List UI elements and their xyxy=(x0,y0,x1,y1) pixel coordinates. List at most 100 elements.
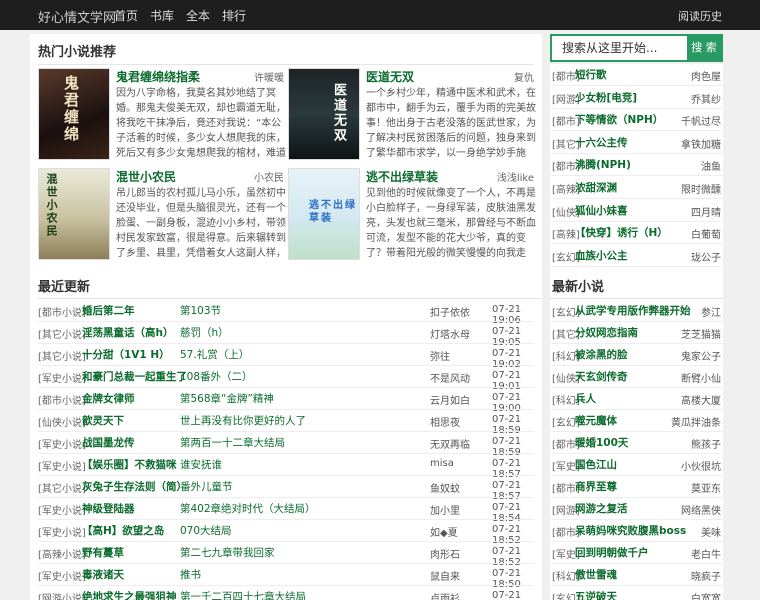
book-title-link[interactable]: 沸腾(NPH) xyxy=(575,157,631,172)
book-title-link[interactable]: 和豪门总裁一起重生了 xyxy=(82,369,187,384)
book-title-link[interactable]: 灰兔子生存法则（简） xyxy=(82,479,187,494)
hot-book-card[interactable]: 混世小农民 混世小农民 小农民 吊儿郎当的农村孤儿马小乐，虽然初中还没毕业，但是… xyxy=(38,168,288,266)
book-title-link[interactable]: 血族小公主 xyxy=(575,248,628,263)
newest-list-item[interactable]: [科幻] 兵人 高楼大厦 xyxy=(550,388,723,410)
update-row: [军史小说]和豪门总裁一起重生了108番外（二）不是风动07-21 19:01 xyxy=(38,366,542,392)
side-list-item[interactable]: [其它] 十六公主传 拿铁加糖 xyxy=(550,132,723,154)
newest-list-item[interactable]: [都市] 呆萌妈咪究败腹黑boss 美味 xyxy=(550,520,723,542)
book-title-link[interactable]: 暖婚100天 xyxy=(575,435,628,450)
book-title-link[interactable]: 歆灵天下 xyxy=(82,413,124,428)
chapter-link[interactable]: 推书 xyxy=(180,567,201,582)
chapter-link[interactable]: 108番外（二） xyxy=(180,369,253,384)
nav-complete[interactable]: 全本 xyxy=(186,7,210,24)
book-title-link[interactable]: 野有蔓草 xyxy=(82,545,124,560)
newest-list-item[interactable]: [都市] 暖婚100天 熊孩子 xyxy=(550,432,723,454)
newest-list-item[interactable]: [仙侠] 天玄剑传奇 断臂小仙 xyxy=(550,366,723,388)
book-title-link[interactable]: 被涂黑的脸 xyxy=(575,347,628,362)
chapter-link[interactable]: 第二七九章带我回家 xyxy=(180,545,275,560)
chapter-link[interactable]: 第568章“金牌”精神 xyxy=(180,391,274,406)
book-cover-image[interactable]: 医道无双 xyxy=(288,68,360,160)
newest-list-item[interactable]: [都市] 商界至尊 莫亚东 xyxy=(550,476,723,498)
newest-list-item[interactable]: [玄幻] 五逆破天 白宽宽 xyxy=(550,586,723,600)
book-title-link[interactable]: 兵人 xyxy=(575,391,596,406)
update-time: 07-21 18:43 xyxy=(492,590,522,600)
book-title-link[interactable]: 噬元魔体 xyxy=(575,413,617,428)
chapter-link[interactable]: 070大结局 xyxy=(180,523,232,538)
chapter-link[interactable]: 谁安抚谁 xyxy=(180,457,222,472)
nav-library[interactable]: 书库 xyxy=(150,7,174,24)
book-title-link[interactable]: 鬼君缠绵绕指柔 xyxy=(116,68,200,85)
newest-list-item[interactable]: [科幻] 被涂黑的脸 鬼家公子 xyxy=(550,344,723,366)
book-title-link[interactable]: 毒液诸天 xyxy=(82,567,124,582)
book-title-link[interactable]: 下等情欲（NPH） xyxy=(575,112,663,127)
newest-list-item[interactable]: [其它] 分奴网恋指南 芝芝猫猫 xyxy=(550,322,723,344)
hot-recommend-panel: 热门小说推荐 鬼君缠绵 鬼君缠绵绕指柔 许暖暖 因为八字命格，我莫名其妙地结了冥… xyxy=(30,34,542,270)
side-list-item[interactable]: [玄幻] 血族小公主 珑公子 xyxy=(550,245,723,267)
book-title-link[interactable]: 十分甜（1V1 H） xyxy=(82,347,170,362)
book-title-link[interactable]: 国色江山 xyxy=(575,457,617,472)
book-title-link[interactable]: 绝地求生之最强狙神 xyxy=(82,589,177,600)
chapter-link[interactable]: 慈罚（h） xyxy=(180,325,229,340)
newest-list-item[interactable]: [网游] 网游之复活 网络黑侠 xyxy=(550,498,723,520)
newest-list-item[interactable]: [军史] 国色江山 小伙很坑 xyxy=(550,454,723,476)
side-list-item[interactable]: [都市] 下等情欲（NPH） 千帆过尽 xyxy=(550,109,723,132)
chapter-link[interactable]: 57.礼赏（上） xyxy=(180,347,249,362)
newest-list-item[interactable]: [玄幻] 噬元魔体 黄瓜拌油条 xyxy=(550,410,723,432)
book-title-link[interactable]: 回到明朝做千户 xyxy=(575,545,649,560)
hot-book-card[interactable]: 医道无双 医道无双 复仇 一个乡村少年，精通中医术和武术，在都市中，翻手为云，覆… xyxy=(288,68,538,166)
chapter-link[interactable]: 世上再没有比你更好的人了 xyxy=(180,413,306,428)
hot-book-card[interactable]: 鬼君缠绵 鬼君缠绵绕指柔 许暖暖 因为八字命格，我莫名其妙地结了冥婚。那鬼夫俊美… xyxy=(38,68,288,166)
reading-history-link[interactable]: 阅读历史 xyxy=(678,8,722,24)
search-button[interactable]: 搜 索 xyxy=(687,36,721,60)
search-input[interactable] xyxy=(552,36,687,60)
nav-ranking[interactable]: 排行 xyxy=(222,7,246,24)
newest-list-item[interactable]: [军史] 回到明朝做千户 老白牛 xyxy=(550,542,723,564)
book-title-link[interactable]: 医道无双 xyxy=(366,68,414,85)
book-title-link[interactable]: 神级登陆器 xyxy=(82,501,135,516)
book-title-link[interactable]: 呆萌妈咪究败腹黑boss xyxy=(575,523,686,538)
book-title-link[interactable]: 五逆破天 xyxy=(575,589,617,600)
book-cover-image[interactable]: 鬼君缠绵 xyxy=(38,68,110,160)
book-description: 一个乡村少年，精通中医术和武术，在都市中，翻手为云，覆手为雨的完美故事！他出身于… xyxy=(366,88,536,158)
book-title-link[interactable]: 【娱乐圈】不救猫咪 xyxy=(82,457,177,472)
book-title-link[interactable]: 少女粉[电竞] xyxy=(575,90,637,105)
chapter-link[interactable]: 第402章绝对时代（大结局） xyxy=(180,501,316,516)
book-title-link[interactable]: 天玄剑传奇 xyxy=(575,369,628,384)
book-title-link[interactable]: 浓甜深渊 xyxy=(575,180,617,195)
book-title-link[interactable]: 淫荡黑童话（高h） xyxy=(82,325,173,340)
newest-list-item[interactable]: [玄幻] 从武学专用版作弊器开始 参江 xyxy=(550,300,723,322)
book-title-link[interactable]: 【高H】欲望之岛 xyxy=(82,523,164,538)
book-author: misa xyxy=(430,458,454,469)
chapter-link[interactable]: 番外儿童节 xyxy=(180,479,233,494)
hot-book-card[interactable]: 逃不出绿草装 逃不出绿草装 浅浅like 见到他的时候就像变了一个人，不再是小白… xyxy=(288,168,538,266)
book-title-link[interactable]: 金牌女律师 xyxy=(82,391,135,406)
book-title-link[interactable]: 网游之复活 xyxy=(575,501,628,516)
category-label: [仙侠小说] xyxy=(38,418,86,429)
book-title-link[interactable]: 傲世雷魂 xyxy=(575,567,617,582)
book-title-link[interactable]: 十六公主传 xyxy=(575,135,628,150)
book-title-link[interactable]: 从武学专用版作弊器开始 xyxy=(575,303,691,318)
book-title-link[interactable]: 分奴网恋指南 xyxy=(575,325,638,340)
side-list-item[interactable]: [仙侠] 狐仙小妹喜 四月晴 xyxy=(550,200,723,222)
chapter-link[interactable]: 第一千二百四十七章大结局 xyxy=(180,589,306,600)
book-title-link[interactable]: 短行歌 xyxy=(575,67,607,82)
book-cover-image[interactable]: 混世小农民 xyxy=(38,168,110,260)
chapter-link[interactable]: 第103节 xyxy=(180,303,221,318)
book-cover-image[interactable]: 逃不出绿草装 xyxy=(288,168,360,260)
site-brand[interactable]: 好心情文学网 xyxy=(38,7,116,26)
book-title-link[interactable]: 逃不出绿草装 xyxy=(366,168,438,185)
chapter-link[interactable]: 第两百一十二章大结局 xyxy=(180,435,285,450)
side-list-item[interactable]: [高辣] 浓甜深渊 限时微醺 xyxy=(550,177,723,199)
book-title-link[interactable]: 【快穿】诱行（H） xyxy=(575,225,668,240)
nav-home[interactable]: 首页 xyxy=(114,7,138,24)
book-title-link[interactable]: 商界至尊 xyxy=(575,479,617,494)
side-list-item[interactable]: [都市] 沸腾(NPH) 油鱼 xyxy=(550,154,723,177)
book-title-link[interactable]: 狐仙小妹喜 xyxy=(575,203,628,218)
side-list-item[interactable]: [高辣] 【快穿】诱行（H） 白葡萄 xyxy=(550,222,723,245)
book-title-link[interactable]: 战国墨龙传 xyxy=(82,435,135,450)
side-list-item[interactable]: [都市] 短行歌 肉色屋 xyxy=(550,64,723,86)
book-title-link[interactable]: 婚后第二年 xyxy=(82,303,135,318)
side-list-item[interactable]: [网游] 少女粉[电竞] 乔其纱 xyxy=(550,87,723,109)
newest-list-item[interactable]: [科幻] 傲世雷魂 晓疯子 xyxy=(550,564,723,586)
book-title-link[interactable]: 混世小农民 xyxy=(116,168,176,185)
